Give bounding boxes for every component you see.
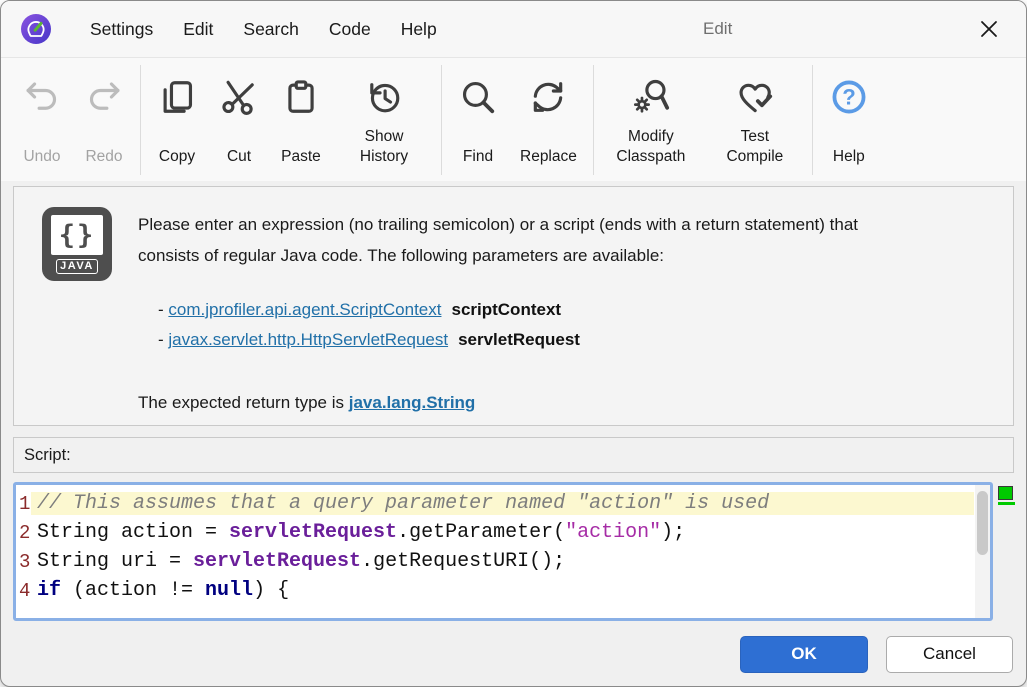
line-number: 3 — [16, 551, 31, 573]
modify-classpath-label: Modify Classpath — [610, 124, 692, 176]
replace-label: Replace — [520, 124, 577, 176]
code-line[interactable]: 1// This assumes that a query parameter … — [16, 489, 990, 518]
classpath-search-gear-icon — [632, 70, 670, 124]
ok-button[interactable]: OK — [740, 636, 868, 673]
java-braces-glyph: {} — [51, 215, 103, 255]
cut-icon — [220, 70, 258, 124]
code-text: if (action != null) { — [31, 579, 974, 602]
edit-script-dialog: Settings Edit Search Code Help Edit Undo… — [0, 0, 1027, 687]
editor-scrollbar-thumb[interactable] — [977, 491, 988, 555]
param-type-link[interactable]: com.jprofiler.api.agent.ScriptContext — [168, 300, 441, 319]
close-icon — [978, 18, 1000, 40]
script-label-bar: Script: — [13, 437, 1014, 473]
param-type-link[interactable]: javax.servlet.http.HttpServletRequest — [168, 330, 448, 349]
replace-button[interactable]: Replace — [509, 64, 588, 176]
test-compile-label: Test Compile — [714, 124, 796, 176]
search-icon — [459, 70, 497, 124]
menu-code[interactable]: Code — [314, 12, 386, 47]
code-text: // This assumes that a query parameter n… — [31, 492, 974, 515]
toolbar-separator — [812, 65, 813, 175]
line-number: 2 — [16, 522, 31, 544]
java-icon: {} JAVA — [42, 207, 112, 281]
undo-icon — [23, 70, 61, 124]
copy-icon — [158, 70, 196, 124]
jprofiler-app-icon — [21, 14, 51, 44]
code-line[interactable]: 2String action = servletRequest.getParam… — [16, 518, 990, 547]
param-list: - com.jprofiler.api.agent.ScriptContexts… — [158, 295, 900, 355]
param-name: scriptContext — [451, 300, 561, 319]
param-item: - com.jprofiler.api.agent.ScriptContexts… — [158, 295, 900, 325]
history-icon — [365, 70, 403, 124]
window-title: Edit — [703, 19, 732, 39]
copy-button[interactable]: Copy — [146, 64, 208, 176]
no-errors-indicator — [998, 486, 1013, 500]
find-button[interactable]: Find — [447, 64, 509, 176]
info-paragraph: Please enter an expression (no trailing … — [138, 209, 900, 271]
error-stripe — [993, 482, 1014, 621]
menu-edit[interactable]: Edit — [168, 12, 228, 47]
replace-icon — [529, 70, 567, 124]
redo-icon — [85, 70, 123, 124]
help-button[interactable]: ? Help — [818, 64, 880, 176]
code-line[interactable]: 3String uri = servletRequest.getRequestU… — [16, 547, 990, 576]
return-type-line: The expected return type is java.lang.St… — [138, 388, 900, 418]
param-name: servletRequest — [458, 330, 580, 349]
code-text: String uri = servletRequest.getRequestUR… — [31, 550, 974, 573]
script-label: Script: — [24, 446, 71, 465]
redo-button[interactable]: Redo — [73, 64, 135, 176]
return-type-link[interactable]: java.lang.String — [349, 393, 476, 412]
help-label: Help — [833, 124, 865, 176]
heart-check-icon — [736, 70, 774, 124]
show-history-label: Show History — [343, 124, 425, 176]
return-type-prefix: The expected return type is — [138, 393, 349, 412]
info-panel: {} JAVA Please enter an expression (no t… — [13, 186, 1014, 426]
dialog-button-bar: OK Cancel — [1, 621, 1026, 687]
toolbar-separator — [593, 65, 594, 175]
code-text: String action = servletRequest.getParame… — [31, 521, 974, 544]
editor-scrollbar[interactable] — [975, 485, 990, 618]
undo-label: Undo — [23, 124, 60, 176]
line-number: 4 — [16, 580, 31, 602]
help-icon: ? — [830, 70, 868, 124]
undo-button[interactable]: Undo — [11, 64, 73, 176]
show-history-button[interactable]: Show History — [332, 64, 436, 176]
paste-icon — [282, 70, 320, 124]
cut-button[interactable]: Cut — [208, 64, 270, 176]
menu-search[interactable]: Search — [228, 12, 313, 47]
code-line[interactable]: 4if (action != null) { — [16, 576, 990, 605]
menu-settings[interactable]: Settings — [75, 12, 168, 47]
cancel-button[interactable]: Cancel — [886, 636, 1013, 673]
find-label: Find — [463, 124, 493, 176]
menu-help[interactable]: Help — [386, 12, 452, 47]
test-compile-button[interactable]: Test Compile — [703, 64, 807, 176]
redo-label: Redo — [85, 124, 122, 176]
close-button[interactable] — [972, 13, 1006, 45]
line-number: 1 — [16, 493, 31, 515]
cut-label: Cut — [227, 124, 251, 176]
toolbar: Undo Redo Copy Cut Paste — [1, 57, 1026, 181]
modify-classpath-button[interactable]: Modify Classpath — [599, 64, 703, 176]
code-lines: 1// This assumes that a query parameter … — [16, 485, 990, 605]
script-code-editor[interactable]: 1// This assumes that a query parameter … — [13, 482, 993, 621]
toolbar-separator — [441, 65, 442, 175]
param-item: - javax.servlet.http.HttpServletRequests… — [158, 325, 900, 355]
toolbar-separator — [140, 65, 141, 175]
copy-label: Copy — [159, 124, 195, 176]
error-stripe-mark — [998, 502, 1015, 505]
paste-button[interactable]: Paste — [270, 64, 332, 176]
svg-text:?: ? — [842, 84, 856, 109]
java-badge-label: JAVA — [56, 259, 98, 274]
paste-label: Paste — [281, 124, 321, 176]
menu-bar: Settings Edit Search Code Help Edit — [1, 1, 1026, 57]
